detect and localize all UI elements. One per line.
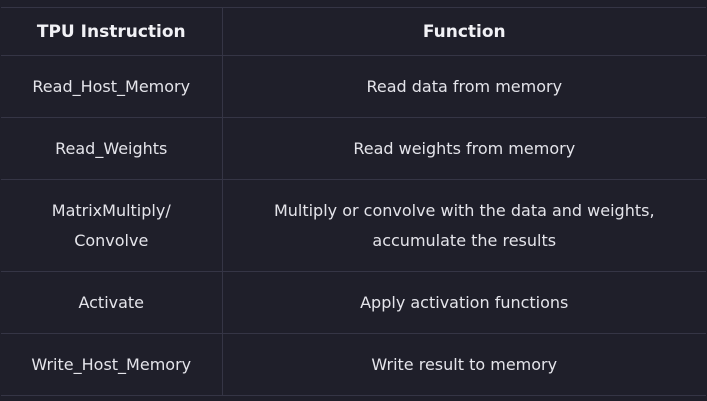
header-tpu-instruction: TPU Instruction xyxy=(1,7,223,56)
function-cell: Multiply or convolve with the data and w… xyxy=(221,179,706,272)
table-row: Read_Weights Read weights from memory xyxy=(1,117,706,180)
instruction-cell: Read_Weights xyxy=(1,117,223,180)
function-line: Multiply or convolve with the data and w… xyxy=(273,200,655,220)
instruction-cell: Activate xyxy=(1,271,223,334)
table-row: Read_Host_Memory Read data from memory xyxy=(1,55,706,118)
table-row: Activate Apply activation functions xyxy=(1,271,706,334)
function-cell: Apply activation functions xyxy=(221,271,706,334)
function-cell: Read weights from memory xyxy=(221,117,706,180)
instruction-table-container: TPU Instruction Function Read_Host_Memor… xyxy=(1,7,706,401)
instruction-line: Convolve xyxy=(74,230,149,250)
instruction-line: MatrixMultiply/ xyxy=(51,200,171,220)
instruction-cell: MatrixMultiply/ Convolve xyxy=(1,179,223,272)
function-cell: Read data from memory xyxy=(221,55,706,118)
instruction-cell: Read_Host_Memory xyxy=(1,55,223,118)
instruction-cell: Write_Host_Memory xyxy=(1,333,223,396)
table-row: MatrixMultiply/ Convolve Multiply or con… xyxy=(1,179,706,272)
table-header-row: TPU Instruction Function xyxy=(1,7,706,56)
table-row: Write_Host_Memory Write result to memory xyxy=(1,333,706,396)
function-cell: Write result to memory xyxy=(221,333,706,396)
tpu-instruction-table: TPU Instruction Function Read_Host_Memor… xyxy=(1,7,706,396)
function-line: accumulate the results xyxy=(372,230,557,250)
header-function: Function xyxy=(221,7,706,56)
